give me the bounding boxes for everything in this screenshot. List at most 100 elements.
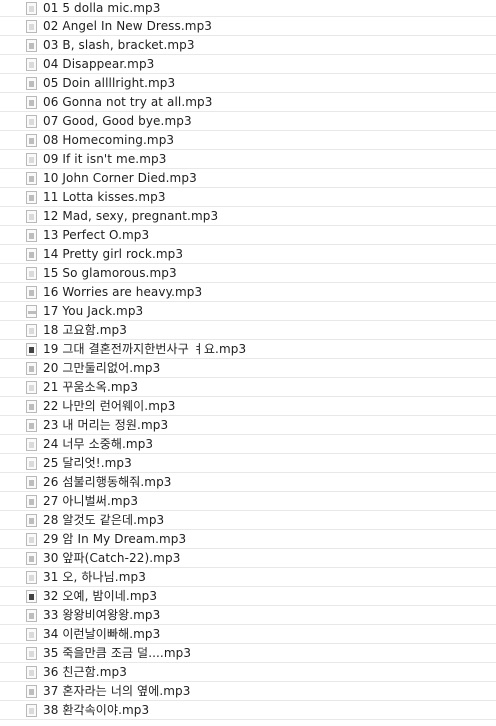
file-name: 34 이런날이빠해.mp3 bbox=[43, 626, 161, 641]
file-row[interactable]: 08 Homecoming.mp3 bbox=[0, 131, 496, 150]
file-row[interactable]: 27 아니벌써.mp3 bbox=[0, 492, 496, 511]
file-name: 23 내 머리는 정원.mp3 bbox=[43, 417, 169, 432]
album-art-thumbnail-icon bbox=[26, 399, 37, 413]
file-row[interactable]: 20 그만둘리없어.mp3 bbox=[0, 359, 496, 378]
file-row[interactable]: 19 그대 결혼전까지한번사구 ㅕ요.mp3 bbox=[0, 340, 496, 359]
file-name: 38 환각속이야.mp3 bbox=[43, 702, 150, 717]
album-art-thumbnail-icon bbox=[26, 304, 37, 318]
album-art-thumbnail-icon bbox=[26, 589, 37, 603]
album-art-thumbnail-icon bbox=[26, 228, 37, 242]
file-row[interactable]: 36 친근함.mp3 bbox=[0, 663, 496, 682]
file-name: 04 Disappear.mp3 bbox=[43, 56, 155, 71]
album-art-thumbnail-icon bbox=[26, 323, 37, 337]
file-row[interactable]: 32 오예, 밤이네.mp3 bbox=[0, 587, 496, 606]
file-row[interactable]: 14 Pretty girl rock.mp3 bbox=[0, 245, 496, 264]
file-name: 22 나만의 런어웨이.mp3 bbox=[43, 398, 176, 413]
file-row[interactable]: 28 알것도 같은데.mp3 bbox=[0, 511, 496, 530]
album-art-thumbnail-icon bbox=[26, 513, 37, 527]
file-row[interactable]: 22 나만의 런어웨이.mp3 bbox=[0, 397, 496, 416]
file-row[interactable]: 35 죽을만큼 조금 덜....mp3 bbox=[0, 644, 496, 663]
file-name: 18 고요함.mp3 bbox=[43, 322, 127, 337]
album-art-thumbnail-icon bbox=[26, 114, 37, 128]
file-row[interactable]: 26 섬불리행동해줘.mp3 bbox=[0, 473, 496, 492]
file-row[interactable]: 03 B, slash, bracket.mp3 bbox=[0, 36, 496, 55]
file-row[interactable]: 04 Disappear.mp3 bbox=[0, 55, 496, 74]
file-row[interactable]: 30 앞파(Catch-22).mp3 bbox=[0, 549, 496, 568]
album-art-thumbnail-icon bbox=[26, 247, 37, 261]
file-row[interactable]: 10 John Corner Died.mp3 bbox=[0, 169, 496, 188]
file-name: 36 친근함.mp3 bbox=[43, 664, 127, 679]
album-art-thumbnail-icon bbox=[26, 608, 37, 622]
album-art-thumbnail-icon bbox=[26, 266, 37, 280]
file-name: 15 So glamorous.mp3 bbox=[43, 265, 177, 280]
file-name: 31 오, 하나님.mp3 bbox=[43, 569, 146, 584]
album-art-thumbnail-icon bbox=[26, 627, 37, 641]
file-name: 01 5 dolla mic.mp3 bbox=[43, 0, 161, 15]
file-name: 29 암 In My Dream.mp3 bbox=[43, 531, 187, 546]
album-art-thumbnail-icon bbox=[26, 532, 37, 546]
file-row[interactable]: 31 오, 하나님.mp3 bbox=[0, 568, 496, 587]
file-row[interactable]: 12 Mad, sexy, pregnant.mp3 bbox=[0, 207, 496, 226]
file-row[interactable]: 33 왕왕비여왕왕.mp3 bbox=[0, 606, 496, 625]
file-name: 07 Good, Good bye.mp3 bbox=[43, 113, 192, 128]
file-row[interactable]: 02 Angel In New Dress.mp3 bbox=[0, 17, 496, 36]
file-row[interactable]: 13 Perfect O.mp3 bbox=[0, 226, 496, 245]
file-list: 01 5 dolla mic.mp3 02 Angel In New Dress… bbox=[0, 0, 496, 726]
file-name: 05 Doin allllright.mp3 bbox=[43, 75, 176, 90]
album-art-thumbnail-icon bbox=[26, 665, 37, 679]
album-art-thumbnail-icon bbox=[26, 703, 37, 717]
file-name: 03 B, slash, bracket.mp3 bbox=[43, 37, 195, 52]
file-name: 27 아니벌써.mp3 bbox=[43, 493, 139, 508]
file-row[interactable]: 11 Lotta kisses.mp3 bbox=[0, 188, 496, 207]
album-art-thumbnail-icon bbox=[26, 570, 37, 584]
album-art-thumbnail-icon bbox=[26, 38, 37, 52]
album-art-thumbnail-icon bbox=[26, 209, 37, 223]
file-name: 28 알것도 같은데.mp3 bbox=[43, 512, 165, 527]
file-name: 06 Gonna not try at all.mp3 bbox=[43, 94, 213, 109]
album-art-thumbnail-icon bbox=[26, 456, 37, 470]
album-art-thumbnail-icon bbox=[26, 418, 37, 432]
file-name: 13 Perfect O.mp3 bbox=[43, 227, 150, 242]
album-art-thumbnail-icon bbox=[26, 646, 37, 660]
file-row[interactable]: 15 So glamorous.mp3 bbox=[0, 264, 496, 283]
file-name: 12 Mad, sexy, pregnant.mp3 bbox=[43, 208, 219, 223]
file-name: 30 앞파(Catch-22).mp3 bbox=[43, 550, 181, 565]
file-row[interactable]: 34 이런날이빠해.mp3 bbox=[0, 625, 496, 644]
file-row[interactable]: 37 혼자라는 너의 옆에.mp3 bbox=[0, 682, 496, 701]
album-art-thumbnail-icon bbox=[26, 684, 37, 698]
file-name: 32 오예, 밤이네.mp3 bbox=[43, 588, 158, 603]
album-art-thumbnail-icon bbox=[26, 19, 37, 33]
file-row[interactable]: 05 Doin allllright.mp3 bbox=[0, 74, 496, 93]
album-art-thumbnail-icon bbox=[26, 76, 37, 90]
file-row[interactable]: 23 내 머리는 정원.mp3 bbox=[0, 416, 496, 435]
file-name: 10 John Corner Died.mp3 bbox=[43, 170, 197, 185]
file-row[interactable]: 16 Worries are heavy.mp3 bbox=[0, 283, 496, 302]
file-name: 37 혼자라는 너의 옆에.mp3 bbox=[43, 683, 191, 698]
file-row[interactable]: 01 5 dolla mic.mp3 bbox=[0, 0, 496, 17]
album-art-thumbnail-icon bbox=[26, 361, 37, 375]
file-row[interactable]: 29 암 In My Dream.mp3 bbox=[0, 530, 496, 549]
file-row[interactable]: 38 환각속이야.mp3 bbox=[0, 701, 496, 720]
file-name: 02 Angel In New Dress.mp3 bbox=[43, 18, 213, 33]
file-row[interactable]: 09 If it isn't me.mp3 bbox=[0, 150, 496, 169]
file-row[interactable]: 24 너무 소중해.mp3 bbox=[0, 435, 496, 454]
file-name: 21 꾸움소옥.mp3 bbox=[43, 379, 139, 394]
album-art-thumbnail-icon bbox=[26, 57, 37, 71]
file-name: 16 Worries are heavy.mp3 bbox=[43, 284, 203, 299]
file-name: 08 Homecoming.mp3 bbox=[43, 132, 175, 147]
file-name: 24 너무 소중해.mp3 bbox=[43, 436, 154, 451]
file-row[interactable]: 25 달리엇!.mp3 bbox=[0, 454, 496, 473]
file-row[interactable]: 21 꾸움소옥.mp3 bbox=[0, 378, 496, 397]
file-row[interactable]: 17 You Jack.mp3 bbox=[0, 302, 496, 321]
album-art-thumbnail-icon bbox=[26, 95, 37, 109]
album-art-thumbnail-icon bbox=[26, 551, 37, 565]
file-name: 19 그대 결혼전까지한번사구 ㅕ요.mp3 bbox=[43, 341, 247, 356]
file-name: 35 죽을만큼 조금 덜....mp3 bbox=[43, 645, 192, 660]
file-row[interactable]: 06 Gonna not try at all.mp3 bbox=[0, 93, 496, 112]
file-row[interactable]: 18 고요함.mp3 bbox=[0, 321, 496, 340]
file-name: 11 Lotta kisses.mp3 bbox=[43, 189, 166, 204]
file-name: 17 You Jack.mp3 bbox=[43, 303, 144, 318]
album-art-thumbnail-icon bbox=[26, 152, 37, 166]
file-name: 33 왕왕비여왕왕.mp3 bbox=[43, 607, 161, 622]
file-row[interactable]: 07 Good, Good bye.mp3 bbox=[0, 112, 496, 131]
